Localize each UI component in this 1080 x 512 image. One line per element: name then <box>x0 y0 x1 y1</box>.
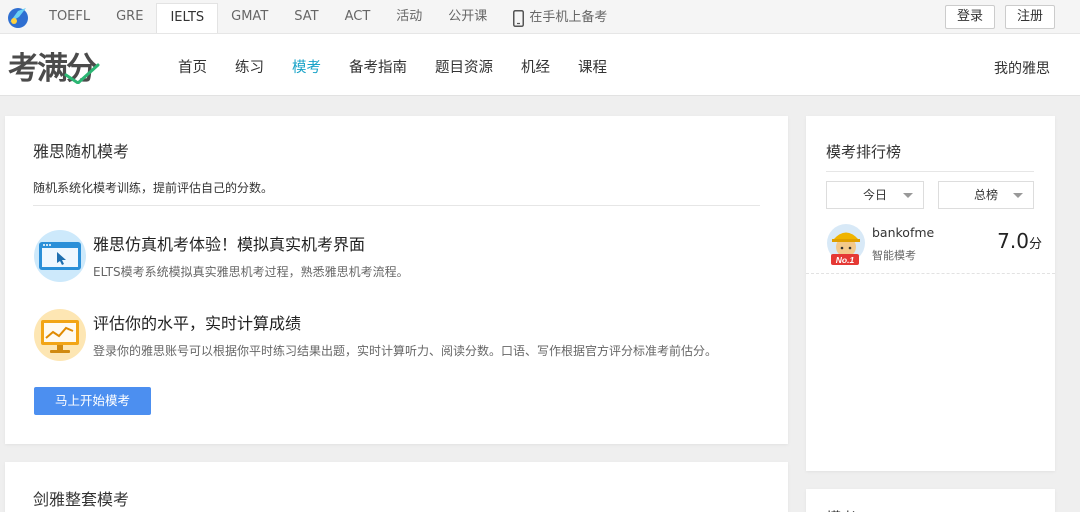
ranking-score: 7.0分 <box>997 229 1042 253</box>
scope-select[interactable]: 总榜 <box>938 181 1034 209</box>
top-bar: TOEFL GRE IELTS GMAT SAT ACT 活动 公开课 在手机上… <box>0 0 1080 34</box>
start-mock-button[interactable]: 马上开始模考 <box>34 387 151 415</box>
computer-screen-icon <box>34 230 86 282</box>
nav-home[interactable]: 首页 <box>164 34 221 96</box>
feature-description: 登录你的雅思账号可以根据你平时练习结果出题，实时计算听力、阅读分数。口语、写作根… <box>93 344 718 358</box>
tab-open-class[interactable]: 公开课 <box>435 3 500 33</box>
cambridge-mock-card: 剑雅整套模考 <box>5 462 788 512</box>
feature-title: 雅思仿真机考体验！模拟真实机考界面 <box>93 235 366 254</box>
tab-toefl[interactable]: TOEFL <box>36 3 103 33</box>
mobile-study-link[interactable]: 在手机上备考 <box>500 3 620 33</box>
ranking-entry[interactable]: No.1 bankofme 智能模考 7.0分 <box>826 221 1042 273</box>
nav-prep-guide[interactable]: 备考指南 <box>335 34 421 96</box>
chart-monitor-icon <box>34 309 86 361</box>
card-title: 雅思随机模考 <box>33 142 130 161</box>
divider <box>33 205 760 206</box>
chevron-down-icon <box>903 193 913 198</box>
my-ielts-link[interactable]: 我的雅思 <box>994 34 1050 104</box>
nav-mock-exam[interactable]: 模考 <box>278 34 335 96</box>
period-select-value: 今日 <box>862 188 887 202</box>
ranking-title: 模考排行榜 <box>826 143 902 161</box>
exam-tabs: TOEFL GRE IELTS GMAT SAT ACT 活动 公开课 在手机上… <box>36 3 620 33</box>
svg-text:No.1: No.1 <box>836 255 855 265</box>
ranking-card: 模考排行榜 今日 总榜 No.1 bankofme 智能模考 7.0分 <box>806 116 1055 471</box>
main-nav: 考满分 首页 练习 模考 备考指南 题目资源 机经 课程 我的雅思 <box>0 34 1080 96</box>
feature-item: 雅思仿真机考体验！模拟真实机考界面 ELTS模考系统模拟真实雅思机考过程，熟悉雅… <box>33 229 753 289</box>
site-logo-icon[interactable] <box>6 5 30 29</box>
card-description: 随机系统化模考训练，提前评估自己的分数。 <box>33 181 274 195</box>
ranking-mode: 智能模考 <box>872 249 916 262</box>
brand-logo[interactable]: 考满分 <box>8 48 140 84</box>
tab-gmat[interactable]: GMAT <box>218 3 281 33</box>
mobile-study-label: 在手机上备考 <box>529 10 608 25</box>
divider <box>826 171 1034 172</box>
random-mock-card: 雅思随机模考 随机系统化模考训练，提前评估自己的分数。 雅思仿真机考体验！模拟真… <box>5 116 788 444</box>
tab-sat[interactable]: SAT <box>281 3 331 33</box>
login-button[interactable]: 登录 <box>945 5 995 29</box>
chevron-down-icon <box>1013 193 1023 198</box>
feature-title: 评估你的水平，实时计算成绩 <box>93 314 302 333</box>
tab-events[interactable]: 活动 <box>383 3 435 33</box>
nav-question-bank[interactable]: 题目资源 <box>421 34 507 96</box>
score-unit: 分 <box>1028 237 1042 252</box>
ranking-username: bankofme <box>872 225 935 240</box>
tab-gre[interactable]: GRE <box>103 3 156 33</box>
register-button[interactable]: 注册 <box>1005 5 1055 29</box>
nav-links: 首页 练习 模考 备考指南 题目资源 机经 课程 <box>164 34 621 96</box>
score-value: 7.0 <box>997 229 1029 253</box>
nav-recalls[interactable]: 机经 <box>507 34 564 96</box>
nav-courses[interactable]: 课程 <box>564 34 621 96</box>
card-title: 剑雅整套模考 <box>33 490 130 509</box>
divider <box>806 273 1055 274</box>
side-card-title: 模考 <box>826 507 856 512</box>
feature-description: ELTS模考系统模拟真实雅思机考过程，熟悉雅思机考流程。 <box>93 265 409 279</box>
avatar: No.1 <box>827 224 865 265</box>
nav-practice[interactable]: 练习 <box>221 34 278 96</box>
tab-act[interactable]: ACT <box>332 3 384 33</box>
tab-ielts[interactable]: IELTS <box>156 3 219 33</box>
feature-item: 评估你的水平，实时计算成绩 登录你的雅思账号可以根据你平时练习结果出题，实时计算… <box>33 308 753 368</box>
mobile-phone-icon <box>513 9 525 27</box>
side-card: 模考 <box>806 489 1055 512</box>
period-select[interactable]: 今日 <box>826 181 924 209</box>
scope-select-value: 总榜 <box>973 188 998 202</box>
